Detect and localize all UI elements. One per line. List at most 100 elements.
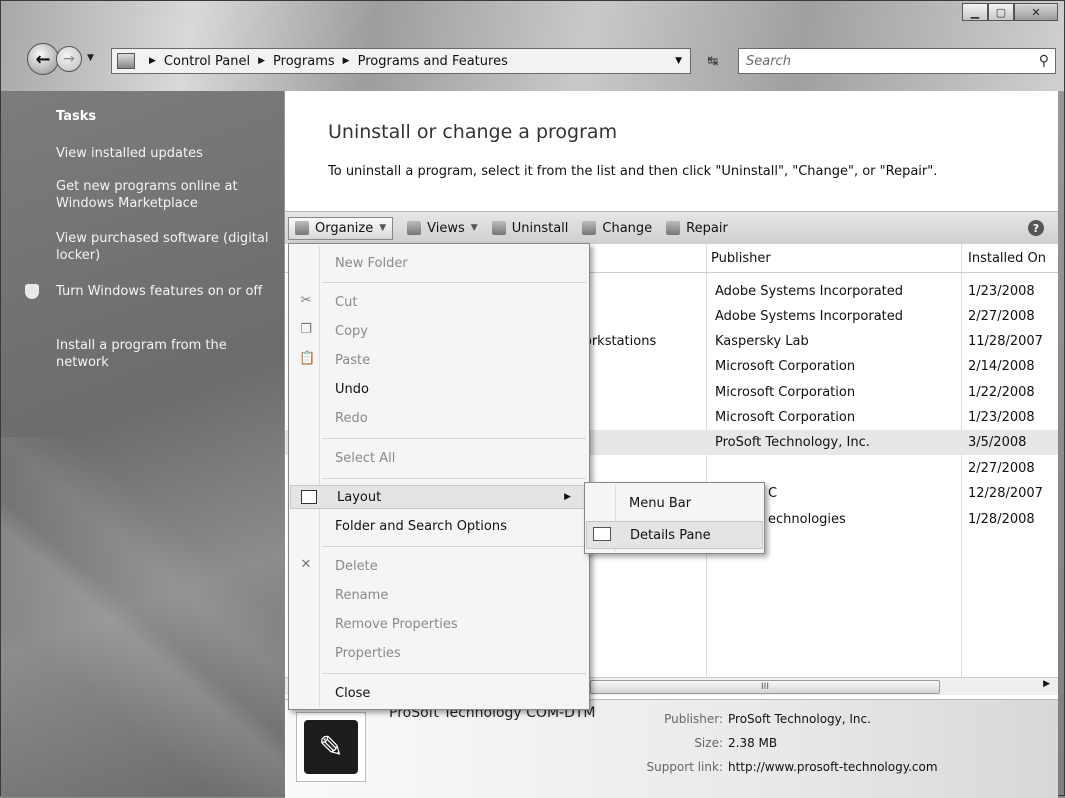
details-pane: ✎ ProSoft Technology COM-DTM Publisher: … [285,699,1058,798]
views-button[interactable]: Views ▼ [407,221,478,236]
layout-icon [301,490,317,504]
command-bar: Organize ▼ Views ▼ Uninstall Change Repa… [285,211,1058,245]
menu-item-new-folder[interactable]: New Folder [289,251,589,275]
publisher-cell[interactable]: Adobe Systems Incorporated [715,304,903,329]
refresh-button[interactable]: ↹ [695,50,731,72]
menu-item-cut[interactable]: ✂ Cut [289,290,589,314]
installed-cell[interactable]: 1/22/2008 [968,380,1035,405]
help-icon[interactable]: ? [1028,220,1044,236]
menu-item-undo[interactable]: Undo [289,377,589,401]
search-box[interactable]: Search ⚲ [738,48,1056,74]
menu-item-select-all[interactable]: Select All [289,446,589,470]
menu-item-label: Paste [335,352,371,368]
menu-item-details-pane[interactable]: Details Pane [586,521,763,549]
installed-cell[interactable]: 11/28/2007 [968,329,1043,354]
installed-cell[interactable]: 1/28/2008 [968,507,1035,532]
title-bar: ▁ ▢ ✕ ← → ▼ ▶ Control Panel ▶ Programs ▶… [1,1,1064,91]
search-icon[interactable]: ⚲ [1039,53,1049,69]
scissors-icon: ✂ [300,293,312,308]
menu-item-delete[interactable]: ✕ Delete [289,554,589,578]
uninstall-icon [491,221,506,235]
change-button[interactable]: Change [582,221,652,236]
clipboard-icon: 📋 [299,351,316,366]
search-input[interactable]: Search [746,54,1039,69]
task-get-new-programs[interactable]: Get new programs online at Windows Marke… [56,178,271,212]
menu-item-close[interactable]: Close [289,681,589,705]
publisher-cell[interactable]: Microsoft Corporation [715,405,855,430]
installed-cell[interactable]: 2/27/2008 [968,304,1035,329]
menu-item-menu-bar[interactable]: Menu Bar [586,489,763,517]
menu-item-label: Details Pane [630,527,711,543]
uninstall-button[interactable]: Uninstall [491,221,568,236]
details-support-label: Support link: [646,760,723,774]
column-header-installed-on[interactable]: Installed On [968,244,1046,273]
publisher-cell[interactable]: C [768,481,777,506]
menu-item-redo[interactable]: Redo [289,406,589,430]
breadcrumb-programs-and-features[interactable]: Programs and Features [358,54,508,69]
address-dropdown-icon[interactable]: ▼ [675,56,682,66]
scroll-right-icon[interactable]: ▶ [1043,679,1050,689]
change-icon [582,221,597,235]
programs-and-features-window: ▁ ▢ ✕ ← → ▼ ▶ Control Panel ▶ Programs ▶… [0,0,1065,798]
publisher-cell[interactable]: ProSoft Technology, Inc. [715,430,870,455]
delete-x-icon: ✕ [300,557,312,572]
installed-cell[interactable]: 1/23/2008 [968,405,1035,430]
menu-item-properties[interactable]: Properties [289,641,589,665]
breadcrumb-separator-icon[interactable]: ▶ [149,56,156,66]
menu-item-remove-properties[interactable]: Remove Properties [289,612,589,636]
publisher-cell[interactable]: Microsoft Corporation [715,380,855,405]
close-window-button[interactable]: ✕ [1014,3,1058,21]
menu-item-label: Layout [337,489,382,505]
menu-separator [322,282,586,283]
menu-item-paste[interactable]: 📋 Paste [289,348,589,372]
recent-pages-dropdown[interactable]: ▼ [87,53,94,63]
installed-cell[interactable]: 1/23/2008 [968,279,1035,304]
task-turn-windows-features[interactable]: Turn Windows features on or off [56,283,271,300]
publisher-cell[interactable]: Kaspersky Lab [715,329,809,354]
column-divider [961,244,962,680]
publisher-cell[interactable]: Microsoft Corporation [715,354,855,379]
menu-item-copy[interactable]: ❐ Copy [289,319,589,343]
installed-cell[interactable]: 3/5/2008 [968,430,1026,455]
breadcrumb-control-panel[interactable]: Control Panel [164,54,250,69]
program-icon: ✎ [296,712,366,782]
publisher-cell[interactable]: Adobe Systems Incorporated [715,279,903,304]
breadcrumb-separator-icon[interactable]: ▶ [258,56,265,66]
menu-separator [322,546,586,547]
prosoft-logo-icon: ✎ [304,720,358,774]
shield-icon [25,284,39,299]
installed-cell[interactable]: 2/27/2008 [968,456,1035,481]
breadcrumb-programs[interactable]: Programs [273,54,335,69]
menu-item-label: Redo [335,410,368,426]
layout-submenu: Menu Bar Details Pane [584,482,765,554]
menu-item-rename[interactable]: Rename [289,583,589,607]
sidebar-decoration [1,437,284,797]
publisher-cell[interactable]: echnologies [768,507,846,532]
repair-button[interactable]: Repair [666,221,728,236]
details-publisher-label: Publisher: [664,712,723,726]
breadcrumb-separator-icon[interactable]: ▶ [343,56,350,66]
column-header-publisher[interactable]: Publisher [711,244,771,273]
forward-arrow-icon: → [63,51,75,67]
organize-button[interactable]: Organize ▼ [288,216,394,240]
task-install-from-network[interactable]: Install a program from the network [56,337,271,371]
forward-button[interactable]: → [56,46,82,72]
maximize-button[interactable]: ▢ [988,3,1014,21]
task-view-installed-updates[interactable]: View installed updates [56,145,271,162]
installed-cell[interactable]: 12/28/2007 [968,481,1043,506]
page-title: Uninstall or change a program [328,121,618,143]
menu-item-label: New Folder [335,255,408,271]
installed-cell[interactable]: 2/14/2008 [968,354,1035,379]
views-label: Views [427,220,465,236]
address-bar[interactable]: ▶ Control Panel ▶ Programs ▶ Programs an… [111,48,691,74]
menu-item-layout[interactable]: Layout ▶ [290,485,586,509]
menu-item-label: Undo [335,381,369,397]
control-panel-icon [117,53,135,69]
back-button[interactable]: ← [27,43,59,75]
scrollbar-thumb[interactable]: III [590,680,940,694]
details-support-link[interactable]: http://www.prosoft-technology.com [728,760,938,774]
views-icon [407,221,422,235]
menu-item-folder-search-options[interactable]: Folder and Search Options [289,514,589,538]
task-view-purchased-software[interactable]: View purchased software (digital locker) [56,230,271,264]
minimize-button[interactable]: ▁ [962,3,988,21]
